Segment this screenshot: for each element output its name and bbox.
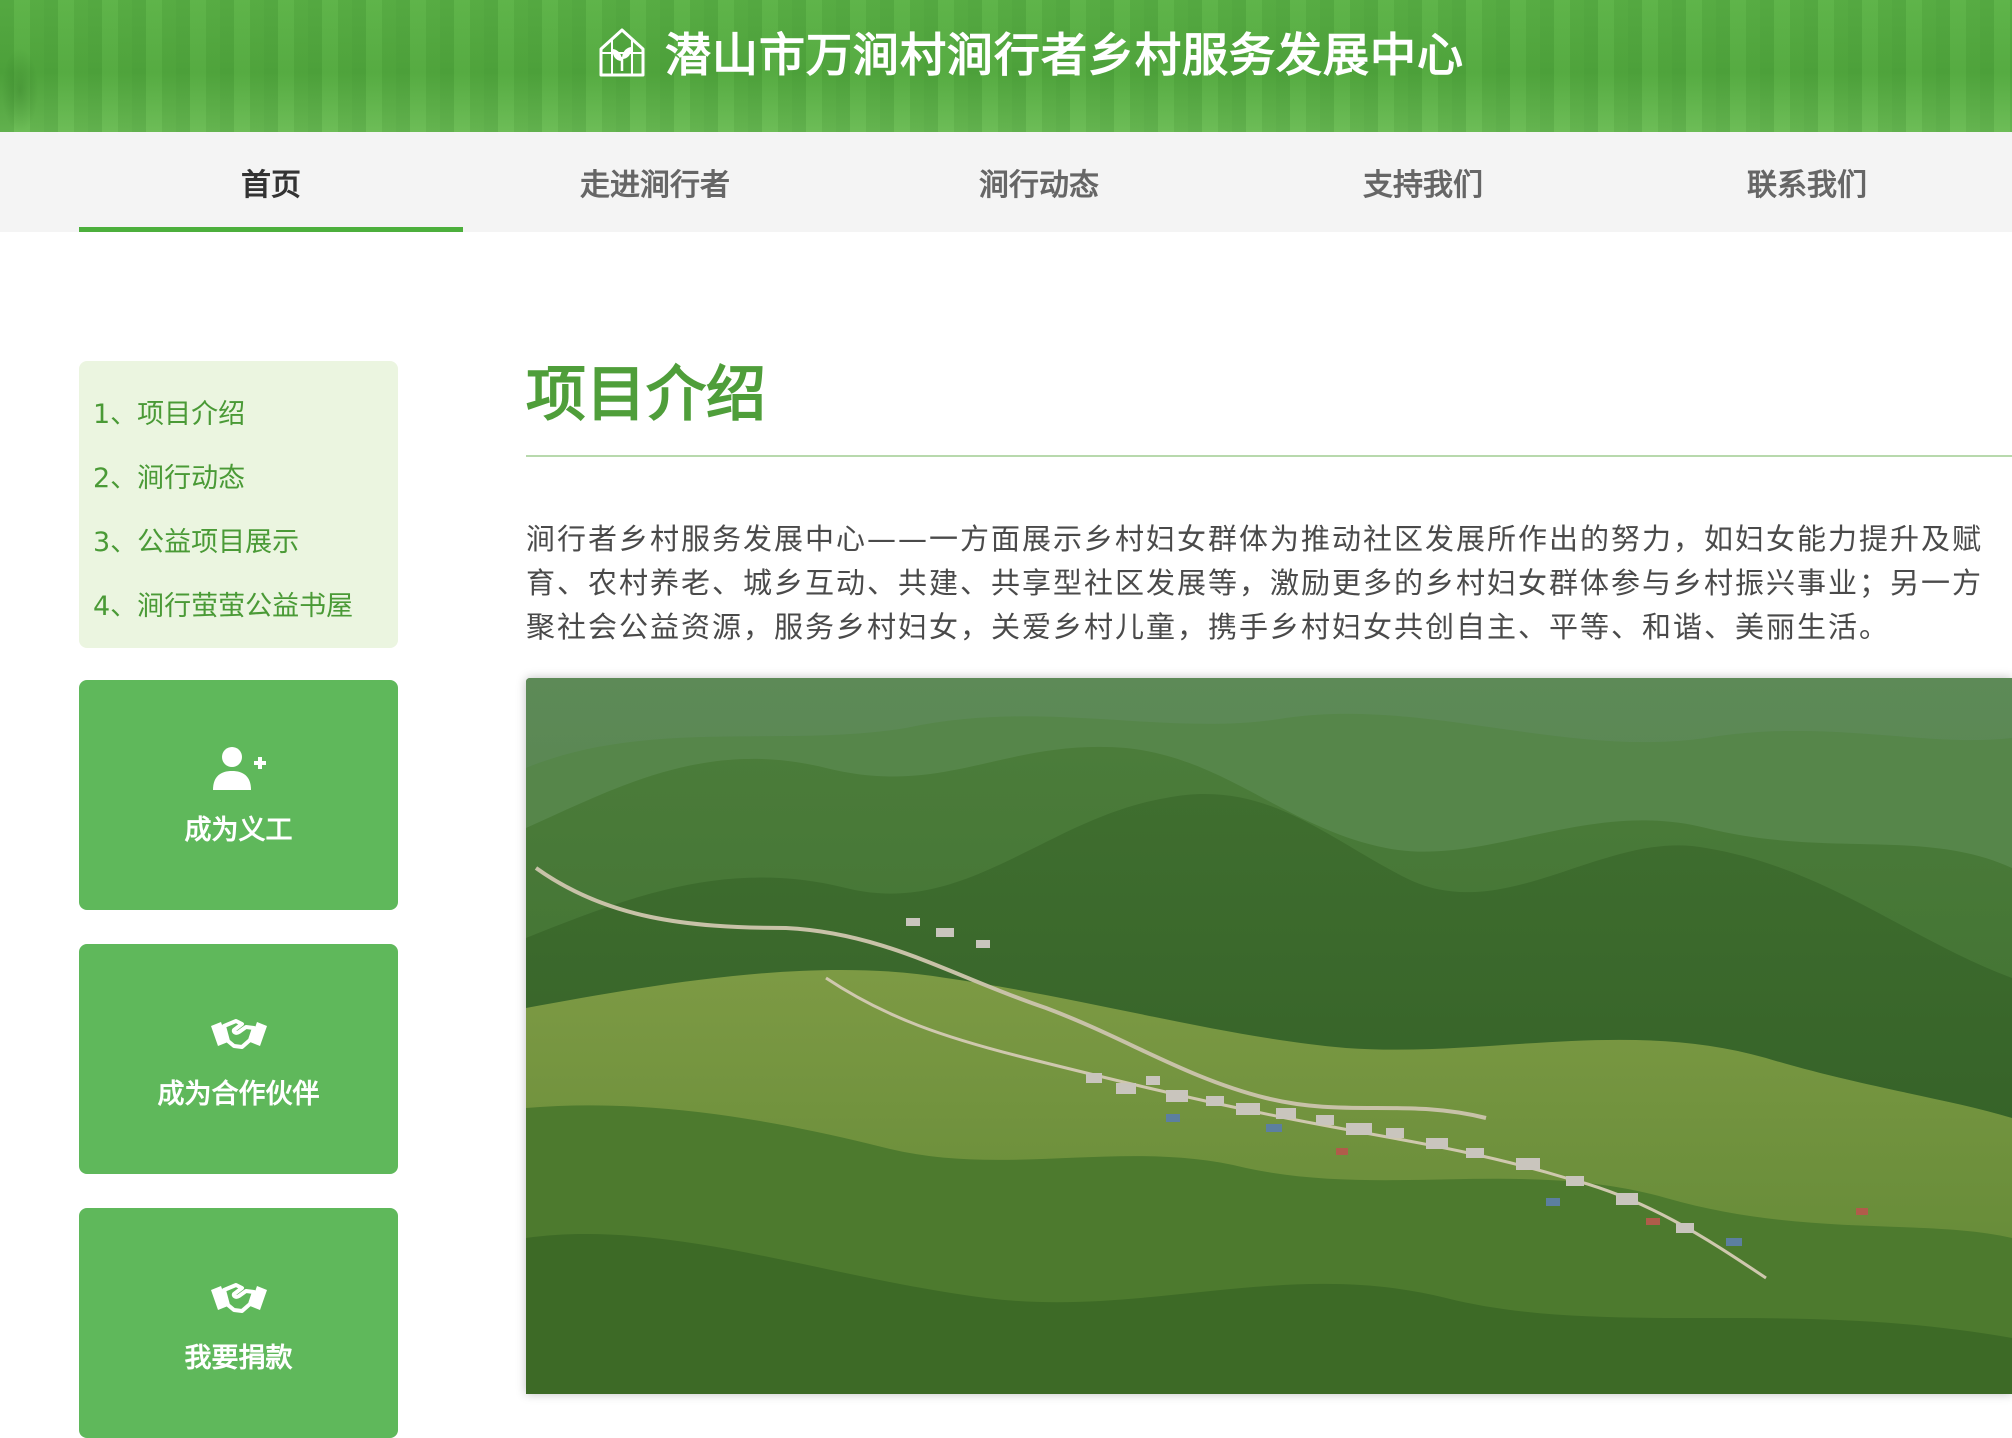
tab-label: 涧行动态 [979, 168, 1099, 203]
main-content: 项目介绍 涧行者乡村服务发展中心——一方面展示乡村妇女群体为推动社区发展所作出的… [526, 355, 2012, 686]
page-title: 项目介绍 [526, 360, 766, 430]
donate-button[interactable]: 我要捐款 [79, 1208, 398, 1438]
tab-contact[interactable]: 联系我们 [1615, 132, 1999, 232]
donate-label: 我要捐款 [184, 1342, 293, 1374]
side-menu-item-intro[interactable]: 1、项目介绍 [79, 383, 398, 447]
side-menu-item-bookhouse[interactable]: 4、涧行萤萤公益书屋 [79, 575, 398, 639]
partner-button[interactable]: 成为合作伙伴 [79, 944, 398, 1174]
partner-label: 成为合作伙伴 [157, 1078, 320, 1110]
volunteer-label: 成为义工 [184, 814, 293, 846]
tab-home[interactable]: 首页 [79, 132, 463, 232]
volunteer-button[interactable]: 成为义工 [79, 680, 398, 910]
tab-label: 首页 [241, 168, 301, 203]
tab-news[interactable]: 涧行动态 [847, 132, 1231, 232]
tab-label: 联系我们 [1747, 168, 1867, 203]
intro-line: 聚社会公益资源，服务乡村妇女，关爱乡村儿童，携手乡村妇女共创自主、平等、和谐、美… [526, 610, 1891, 644]
handshake-icon [210, 1018, 267, 1049]
tab-about[interactable]: 走进涧行者 [463, 132, 847, 232]
intro-paragraph: 涧行者乡村服务发展中心——一方面展示乡村妇女群体为推动社区发展所作出的努力，如妇… [526, 517, 2012, 657]
side-menu: 1、项目介绍 2、涧行动态 3、公益项目展示 4、涧行萤萤公益书屋 [79, 361, 398, 648]
intro-line: 育、农村养老、城乡互动、共建、共享型社区发展等，激励更多的乡村妇女群体参与乡村振… [526, 566, 1984, 600]
tab-support[interactable]: 支持我们 [1231, 132, 1615, 232]
side-menu-item-projects[interactable]: 3、公益项目展示 [79, 511, 398, 575]
intro-line: 涧行者乡村服务发展中心——一方面展示乡村妇女群体为推动社区发展所作出的努力，如妇… [526, 522, 1984, 556]
side-menu-item-news[interactable]: 2、涧行动态 [79, 447, 398, 511]
site-header: 潜山市万涧村涧行者乡村服务发展中心 [0, 0, 2012, 132]
aerial-mountain-village-photo [526, 678, 2012, 1394]
tab-label: 走进涧行者 [580, 168, 730, 203]
main-nav: 首页 走进涧行者 涧行动态 支持我们 联系我们 [0, 132, 2012, 232]
site-brand[interactable]: 潜山市万涧村涧行者乡村服务发展中心 [595, 22, 1464, 82]
user-plus-icon [212, 746, 266, 790]
greenhouse-leaf-icon [599, 28, 645, 77]
title-divider [526, 455, 2012, 457]
site-title: 潜山市万涧村涧行者乡村服务发展中心 [665, 28, 1464, 82]
handshake-icon [210, 1282, 267, 1313]
tab-label: 支持我们 [1363, 168, 1483, 203]
